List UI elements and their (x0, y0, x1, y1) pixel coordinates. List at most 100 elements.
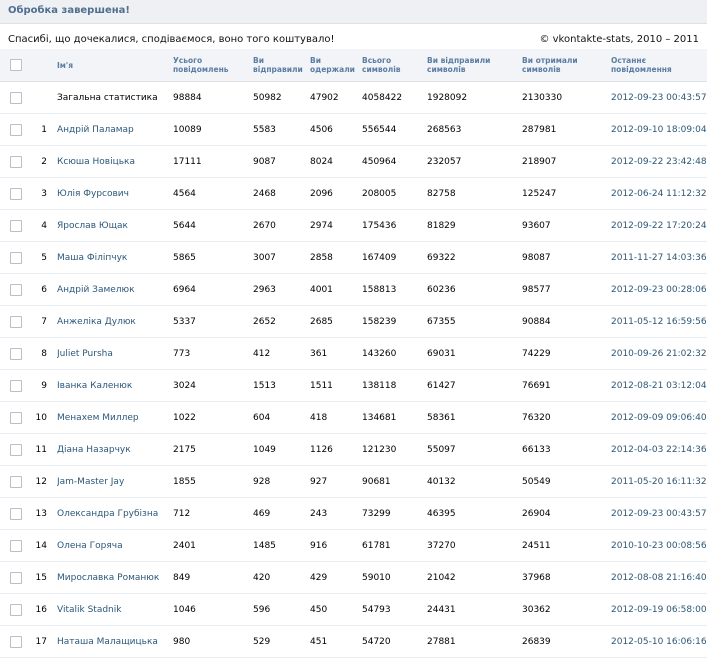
last-message-cell: 2012-08-21 03:12:04 (611, 369, 707, 402)
row-checkbox[interactable] (10, 123, 22, 136)
row-number: 1 (30, 113, 57, 146)
total-messages-header-line2: повідомлень (173, 65, 229, 74)
row-checkbox[interactable] (10, 155, 22, 168)
sent-header-line1: Ви (253, 56, 264, 65)
contact-name-cell: Олександра Грубізна (57, 497, 173, 530)
select-cell (0, 241, 30, 274)
sent-chars-cell: 21042 (427, 561, 522, 594)
row-checkbox[interactable] (10, 91, 22, 104)
received-chars-header-line2: символів (522, 65, 561, 74)
received-chars-cell: 74229 (522, 337, 611, 370)
total-chars-cell: 73299 (362, 497, 427, 530)
select-cell (0, 177, 30, 210)
contact-link[interactable]: Менахем Миллер (57, 413, 139, 423)
summary-row: Загальна статистика 98884 50982 47902 405842… (0, 81, 707, 114)
total-chars-cell: 556544 (362, 113, 427, 146)
contact-link[interactable]: Юлія Фурсович (57, 189, 129, 199)
received-cell: 916 (310, 529, 362, 562)
contact-link[interactable]: Олена Горяча (57, 541, 123, 551)
row-number: 8 (30, 337, 57, 370)
contact-link[interactable]: Андрій Замелюк (57, 285, 135, 295)
contact-link[interactable]: Наташа Малащицька (57, 637, 158, 647)
last-message-cell: 2012-06-24 11:12:32 (611, 177, 707, 210)
vkontakte-stats-link[interactable]: vkontakte-stats (553, 34, 631, 45)
contact-link[interactable]: Іванка Каленюк (57, 381, 132, 391)
thanks-message: Спасибі, що дочекалися, сподіваємося, во… (8, 34, 335, 45)
sent-chars-cell: 40132 (427, 465, 522, 498)
row-checkbox[interactable] (10, 507, 22, 520)
table-row: 2 Ксюша Новіцька 17111 9087 8024 450964 232057… (0, 145, 707, 178)
total-chars-header[interactable]: Всього символів (362, 49, 427, 82)
total-chars-cell: 59010 (362, 561, 427, 594)
sent-chars-cell: 46395 (427, 497, 522, 530)
received-cell: 2096 (310, 177, 362, 210)
contact-link[interactable]: Андрій Паламар (57, 125, 134, 135)
row-checkbox[interactable] (10, 187, 22, 200)
contact-link[interactable]: Олександра Грубізна (57, 509, 158, 519)
contact-name-cell: Анжеліка Дулюк (57, 305, 173, 338)
row-number: 4 (30, 209, 57, 242)
contact-name-cell: Ярослав Ющак (57, 209, 173, 242)
table-row: 10 Менахем Миллер 1022 604 418 134681 58361 763… (0, 401, 707, 434)
total-messages-header[interactable]: Усього повідомлень (173, 49, 253, 82)
contact-name-cell: Менахем Миллер (57, 401, 173, 434)
received-cell: 1126 (310, 433, 362, 466)
sent-header[interactable]: Ви відправили (253, 49, 310, 82)
row-checkbox[interactable] (10, 315, 22, 328)
row-checkbox[interactable] (10, 379, 22, 392)
last-message-cell: 2010-10-23 00:08:56 (611, 529, 707, 562)
contact-link[interactable]: Анжеліка Дулюк (57, 317, 136, 327)
received-chars-header-line1: Ви отримали (522, 56, 578, 65)
last-message-cell: 2012-09-22 23:42:48 (611, 145, 707, 178)
row-checkbox[interactable] (10, 475, 22, 488)
total-chars-cell: 175436 (362, 209, 427, 242)
last-message-header[interactable]: Останнє повідомлення (611, 49, 707, 82)
row-number: 5 (30, 241, 57, 274)
row-number: 16 (30, 593, 57, 626)
received-cell: 361 (310, 337, 362, 370)
contact-link[interactable]: Ксюша Новіцька (57, 157, 135, 167)
table-row: 12 Jam-Master Jay 1855 928 927 90681 40132 5054… (0, 465, 707, 498)
select-cell (0, 145, 30, 178)
sent-header-line2: відправили (253, 65, 303, 74)
row-checkbox[interactable] (10, 347, 22, 360)
received-chars-header[interactable]: Ви отримали символів (522, 49, 611, 82)
row-checkbox[interactable] (10, 571, 22, 584)
select-cell (0, 337, 30, 370)
contact-link[interactable]: Juliet Pursha (57, 349, 113, 359)
received-cell: 2974 (310, 209, 362, 242)
contact-link[interactable]: Vitalik Stadnik (57, 605, 121, 615)
row-checkbox[interactable] (10, 251, 22, 264)
total-chars-header-line2: символів (362, 65, 401, 74)
table-row: 17 Наташа Малащицька 980 529 451 54720 27881 26… (0, 625, 707, 658)
row-checkbox[interactable] (10, 283, 22, 296)
row-checkbox[interactable] (10, 411, 22, 424)
select-cell (0, 433, 30, 466)
sent-cell: 420 (253, 561, 310, 594)
contact-link[interactable]: Ярослав Ющак (57, 221, 128, 231)
row-checkbox[interactable] (10, 443, 22, 456)
copyright-years: , 2010 – 2011 (630, 34, 699, 45)
sent-cell: 2670 (253, 209, 310, 242)
row-checkbox[interactable] (10, 219, 22, 232)
contact-link[interactable]: Мирославка Романюк (57, 573, 159, 583)
select-all-checkbox[interactable] (10, 59, 22, 71)
row-checkbox[interactable] (10, 603, 22, 616)
total-chars-header-line1: Всього (362, 56, 392, 65)
sent-chars-header-line1: Ви відправили (427, 56, 491, 65)
contact-link[interactable]: Маша Філіпчук (57, 253, 127, 263)
row-number: 6 (30, 273, 57, 306)
name-column-header[interactable]: Ім'я (57, 49, 173, 82)
received-header[interactable]: Ви одержали (310, 49, 362, 82)
sent-chars-header[interactable]: Ви відправили символів (427, 49, 522, 82)
row-checkbox[interactable] (10, 539, 22, 552)
row-checkbox[interactable] (10, 635, 22, 648)
name-column-header-line1: Ім'я (57, 60, 74, 70)
table-row: 16 Vitalik Stadnik 1046 596 450 54793 24431 303… (0, 593, 707, 626)
message-bar: Спасибі, що дочекалися, сподіваємося, во… (0, 24, 707, 49)
status-header: Обробка завершена! (0, 0, 707, 24)
contact-link[interactable]: Діана Назарчук (57, 445, 131, 455)
contact-link[interactable]: Jam-Master Jay (57, 477, 124, 487)
last-message-cell: 2012-09-22 17:20:24 (611, 209, 707, 242)
contact-name-cell: Діана Назарчук (57, 433, 173, 466)
